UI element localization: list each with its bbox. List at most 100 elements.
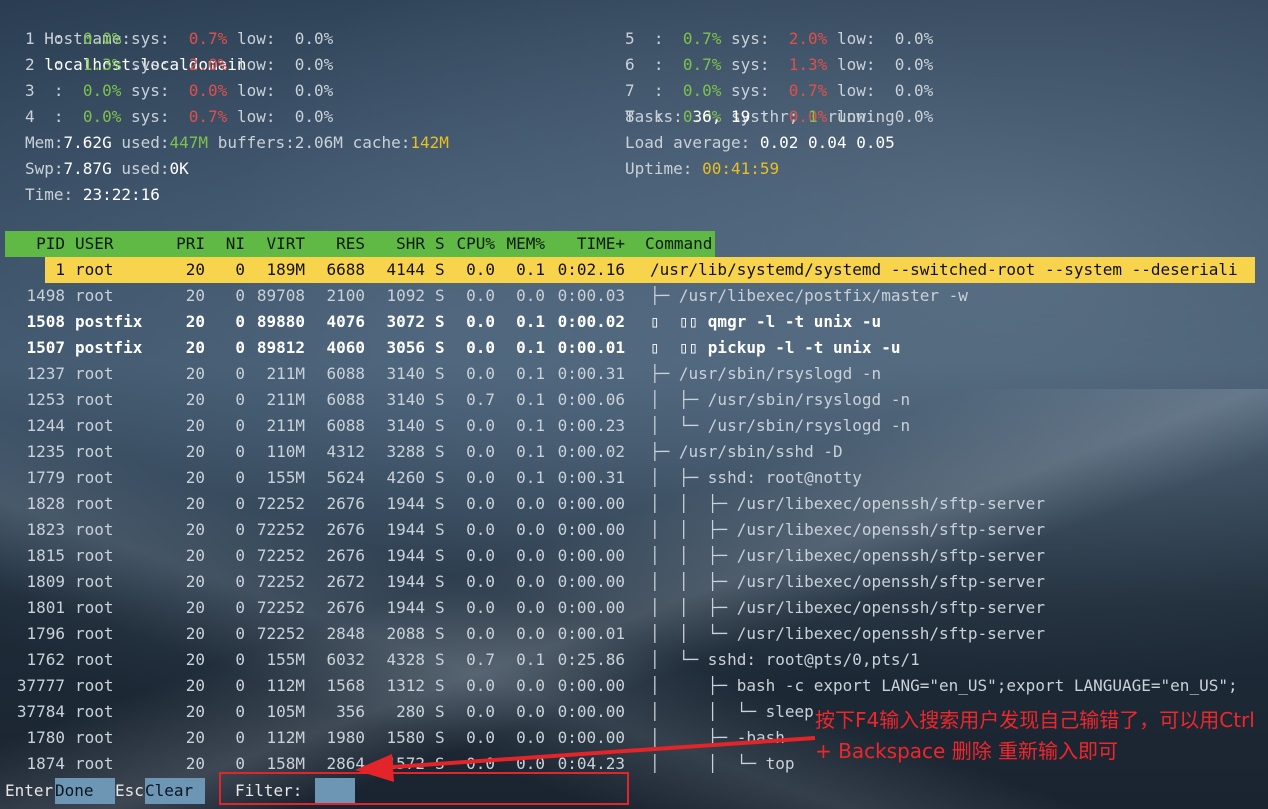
cell-command: │ ├─ bash -c export LANG="en_US";export … [650, 676, 1238, 695]
cell-ni: 0 [235, 598, 245, 617]
cell-s: S [435, 572, 445, 591]
cell-mem: 0.1 [516, 364, 545, 383]
cell-pid: 1498 [26, 286, 65, 305]
table-row[interactable]: 1823 root 20 0 72252 2676 1944 S 0.0 0.0 0:00.00 │ … [5, 517, 1260, 543]
table-row[interactable]: 1828 root 20 0 72252 2676 1944 S 0.0 0.0 0:00.00 │ … [5, 491, 1260, 517]
cell-mem: 0.0 [516, 546, 545, 565]
cell-time: 0:00.06 [557, 390, 625, 409]
cell-s: S [435, 598, 445, 617]
cell-mem: 0.0 [516, 624, 545, 643]
cell-pid: 1828 [26, 494, 65, 513]
cell-s: S [435, 650, 445, 669]
cell-virt: 89880 [256, 312, 305, 331]
cell-ni: 0 [235, 572, 245, 591]
table-row[interactable]: 1801 root 20 0 72252 2676 1944 S 0.0 0.0 0:00.00 │ … [5, 595, 1260, 621]
cell-mem: 0.1 [516, 312, 545, 331]
cell-s: S [435, 676, 445, 695]
header-shr[interactable]: SHR [375, 231, 425, 257]
table-row[interactable]: 1 root 20 0 189M 6688 4144 S 0.0 0.1 0:02.16/usr/l… [5, 257, 1260, 283]
cell-user: root [75, 754, 114, 773]
process-table-header[interactable]: PID USER PRI NI VIRT RES SHR S CPU% MEM%… [5, 231, 715, 257]
header-state[interactable]: S [435, 231, 445, 257]
cell-s: S [435, 468, 445, 487]
cell-res: 6688 [326, 260, 365, 279]
table-row[interactable]: 1235 root 20 0 110M 4312 3288 S 0.0 0.1 0:00.02 ├─ … [5, 439, 1260, 465]
table-row[interactable]: 1507 postfix 20 0 89812 4060 3056 S 0.0 0.1 0:00.0… [5, 335, 1260, 361]
cell-ni: 0 [235, 312, 245, 331]
cell-shr: 4144 [386, 260, 425, 279]
cell-cpu: 0.7 [466, 390, 495, 409]
header-ni[interactable]: NI [215, 231, 245, 257]
cell-pri: 20 [185, 624, 205, 643]
table-row[interactable]: 1253 root 20 0 211M 6088 3140 S 0.7 0.1 0:00.06 │ ├… [5, 387, 1260, 413]
cell-pid: 1823 [26, 520, 65, 539]
table-row[interactable]: 1508 postfix 20 0 89880 4076 3072 S 0.0 0.1 0:00.0… [5, 309, 1260, 335]
cell-pri: 20 [185, 468, 205, 487]
header-command[interactable]: Command [645, 231, 712, 257]
table-row[interactable]: 1779 root 20 0 155M 5624 4260 S 0.0 0.1 0:00.31 │ ├… [5, 465, 1260, 491]
cell-pid: 1237 [26, 364, 65, 383]
table-row[interactable]: 1762 root 20 0 155M 6032 4328 S 0.7 0.1 0:25.86 │ └… [5, 647, 1260, 673]
cell-command: ▯ ▯▯ qmgr -l -t unix -u [650, 312, 882, 331]
cell-shr: 4260 [386, 468, 425, 487]
cell-user: root [75, 442, 114, 461]
cell-user: root [75, 286, 114, 305]
cell-ni: 0 [235, 442, 245, 461]
cell-virt: 112M [266, 676, 305, 695]
cell-res: 6088 [326, 416, 365, 435]
header-pri[interactable]: PRI [170, 231, 205, 257]
cell-pri: 20 [185, 260, 205, 279]
header-pid[interactable]: PID [5, 231, 65, 257]
header-user[interactable]: USER [75, 231, 114, 257]
cell-user: root [75, 676, 114, 695]
cell-virt: 110M [266, 442, 305, 461]
uptime-meter: Uptime: 00:41:59 [625, 159, 780, 178]
cell-s: S [435, 494, 445, 513]
header-time[interactable]: TIME+ [555, 231, 625, 257]
cell-command: │ └─ /usr/sbin/rsyslogd -n [650, 416, 911, 435]
table-row[interactable]: 1237 root 20 0 211M 6088 3140 S 0.0 0.1 0:00.31 ├─ … [5, 361, 1260, 387]
cell-virt: 72252 [256, 624, 305, 643]
cell-res: 2848 [326, 624, 365, 643]
cell-command: │ │ ├─ /usr/libexec/openssh/sftp-server [650, 494, 1045, 513]
cell-time: 0:00.00 [557, 598, 625, 617]
table-row[interactable]: 1809 root 20 0 72252 2672 1944 S 0.0 0.0 0:00.00 │ … [5, 569, 1260, 595]
cell-command: │ ├─ -bash [650, 728, 785, 747]
cell-command: │ └─ sshd: root@pts/0,pts/1 [650, 650, 920, 669]
cell-pri: 20 [185, 286, 205, 305]
table-row[interactable]: 1244 root 20 0 211M 6088 3140 S 0.0 0.1 0:00.23 │ └… [5, 413, 1260, 439]
cell-pid: 1 [55, 260, 65, 279]
cell-pri: 20 [185, 676, 205, 695]
cell-cpu: 0.0 [466, 416, 495, 435]
cell-virt: 72252 [256, 572, 305, 591]
cell-user: root [75, 364, 114, 383]
cell-pid: 1508 [26, 312, 65, 331]
cell-ni: 0 [235, 546, 245, 565]
cell-time: 0:00.01 [557, 338, 625, 357]
cell-s: S [435, 442, 445, 461]
cell-shr: 3140 [386, 390, 425, 409]
header-virt[interactable]: VIRT [255, 231, 305, 257]
cell-s: S [435, 702, 445, 721]
done-button[interactable]: Done [55, 778, 115, 804]
header-cpu[interactable]: CPU% [450, 231, 495, 257]
cell-shr: 1580 [386, 728, 425, 747]
header-mem[interactable]: MEM% [500, 231, 545, 257]
enter-key: Enter [5, 781, 54, 800]
table-row[interactable]: 1815 root 20 0 72252 2676 1944 S 0.0 0.0 0:00.00 │ … [5, 543, 1260, 569]
cell-pid: 1235 [26, 442, 65, 461]
table-row[interactable]: 1498 root 20 0 89708 2100 1092 S 0.0 0.0 0:00.03 ├─… [5, 283, 1260, 309]
table-row[interactable]: 37777 root 20 0 112M 1568 1312 S 0.0 0.0 0:00.00 │ … [5, 673, 1260, 699]
cell-time: 0:00.00 [557, 546, 625, 565]
header-res[interactable]: RES [315, 231, 365, 257]
cell-pri: 20 [185, 546, 205, 565]
cell-pri: 20 [185, 390, 205, 409]
clear-button[interactable]: Clear [145, 778, 205, 804]
cell-virt: 211M [266, 416, 305, 435]
cell-shr: 1944 [386, 520, 425, 539]
cell-mem: 0.0 [516, 572, 545, 591]
table-row[interactable]: 1796 root 20 0 72252 2848 2088 S 0.0 0.0 0:00.01 │ … [5, 621, 1260, 647]
cell-user: root [75, 702, 114, 721]
cell-res: 1980 [326, 728, 365, 747]
cell-s: S [435, 416, 445, 435]
